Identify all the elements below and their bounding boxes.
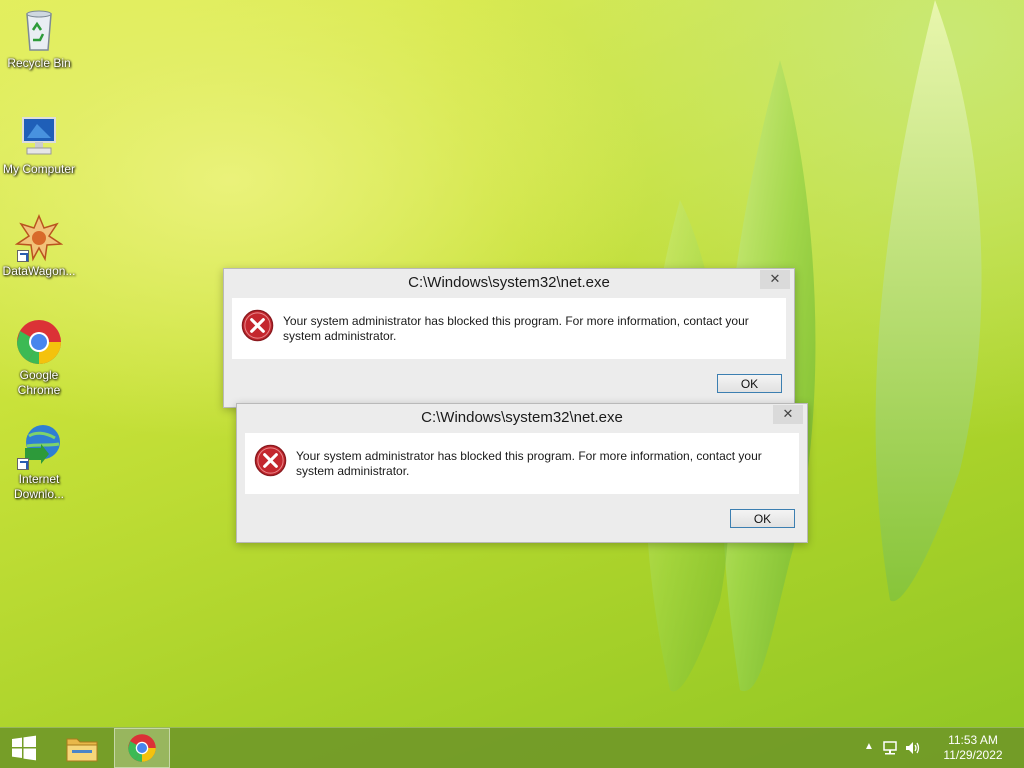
chrome-icon xyxy=(15,318,63,366)
dialog-body: Your system administrator has blocked th… xyxy=(232,298,786,359)
desktop-icon-label: DataWagon... xyxy=(2,264,76,278)
dialog-message: Your system administrator has blocked th… xyxy=(296,449,762,478)
dialog-message: Your system administrator has blocked th… xyxy=(283,314,749,343)
desktop-icon-label: Recycle Bin xyxy=(7,56,71,70)
dialog-title: C:\Windows\system32\net.exe xyxy=(421,409,623,426)
clock-date: 11/29/2022 xyxy=(943,748,1003,762)
chrome-icon xyxy=(128,734,156,762)
taskbar: ▲ 11:53 AM 11/29/2022 xyxy=(0,727,1024,768)
ok-button[interactable]: OK xyxy=(730,509,795,528)
desktop-icon-label: Internet Downlo... xyxy=(13,472,65,501)
blocked-program-dialog: C:\Windows\system32\net.exe ✕ Your syste… xyxy=(236,403,808,543)
blocked-program-dialog: C:\Windows\system32\net.exe ✕ Your syste… xyxy=(223,268,795,408)
error-icon xyxy=(241,309,274,342)
taskbar-file-explorer[interactable] xyxy=(54,728,110,768)
desktop-icon-google-chrome[interactable]: Google Chrome xyxy=(0,318,78,398)
desktop-icon-label: Google Chrome xyxy=(17,368,61,397)
desktop-icon-recycle-bin[interactable]: Recycle Bin xyxy=(0,6,78,71)
dialog-title: C:\Windows\system32\net.exe xyxy=(408,274,610,291)
desktop-icon-label: My Computer xyxy=(2,162,76,176)
desktop-icon-datawagon[interactable]: DataWagon... xyxy=(0,214,78,279)
dialog-body: Your system administrator has blocked th… xyxy=(245,433,799,494)
desktop-icon-my-computer[interactable]: My Computer xyxy=(0,112,78,177)
network-icon[interactable] xyxy=(882,740,898,756)
recycle-bin-icon xyxy=(15,6,63,54)
internet-download-manager-icon xyxy=(15,422,63,470)
close-button[interactable]: ✕ xyxy=(760,270,790,289)
shortcut-arrow-icon xyxy=(17,458,29,470)
volume-icon[interactable] xyxy=(904,740,922,756)
error-icon xyxy=(254,444,287,477)
start-button[interactable] xyxy=(0,728,48,768)
clock-time: 11:53 AM xyxy=(948,733,998,747)
system-tray: ▲ 11:53 AM 11/29/2022 xyxy=(864,728,1024,768)
file-explorer-icon xyxy=(66,738,98,762)
close-button[interactable]: ✕ xyxy=(773,405,803,424)
shortcut-arrow-icon xyxy=(17,250,29,262)
desktop-icon-internet-download-manager[interactable]: Internet Downlo... xyxy=(0,422,78,502)
computer-icon xyxy=(15,112,63,160)
clock[interactable]: 11:53 AM 11/29/2022 xyxy=(938,733,1008,763)
windows-start-icon xyxy=(12,735,36,761)
ok-button[interactable]: OK xyxy=(717,374,782,393)
show-hidden-icons-chevron-icon[interactable]: ▲ xyxy=(864,741,874,752)
taskbar-chrome[interactable] xyxy=(114,728,170,768)
datawagon-icon xyxy=(14,214,64,262)
